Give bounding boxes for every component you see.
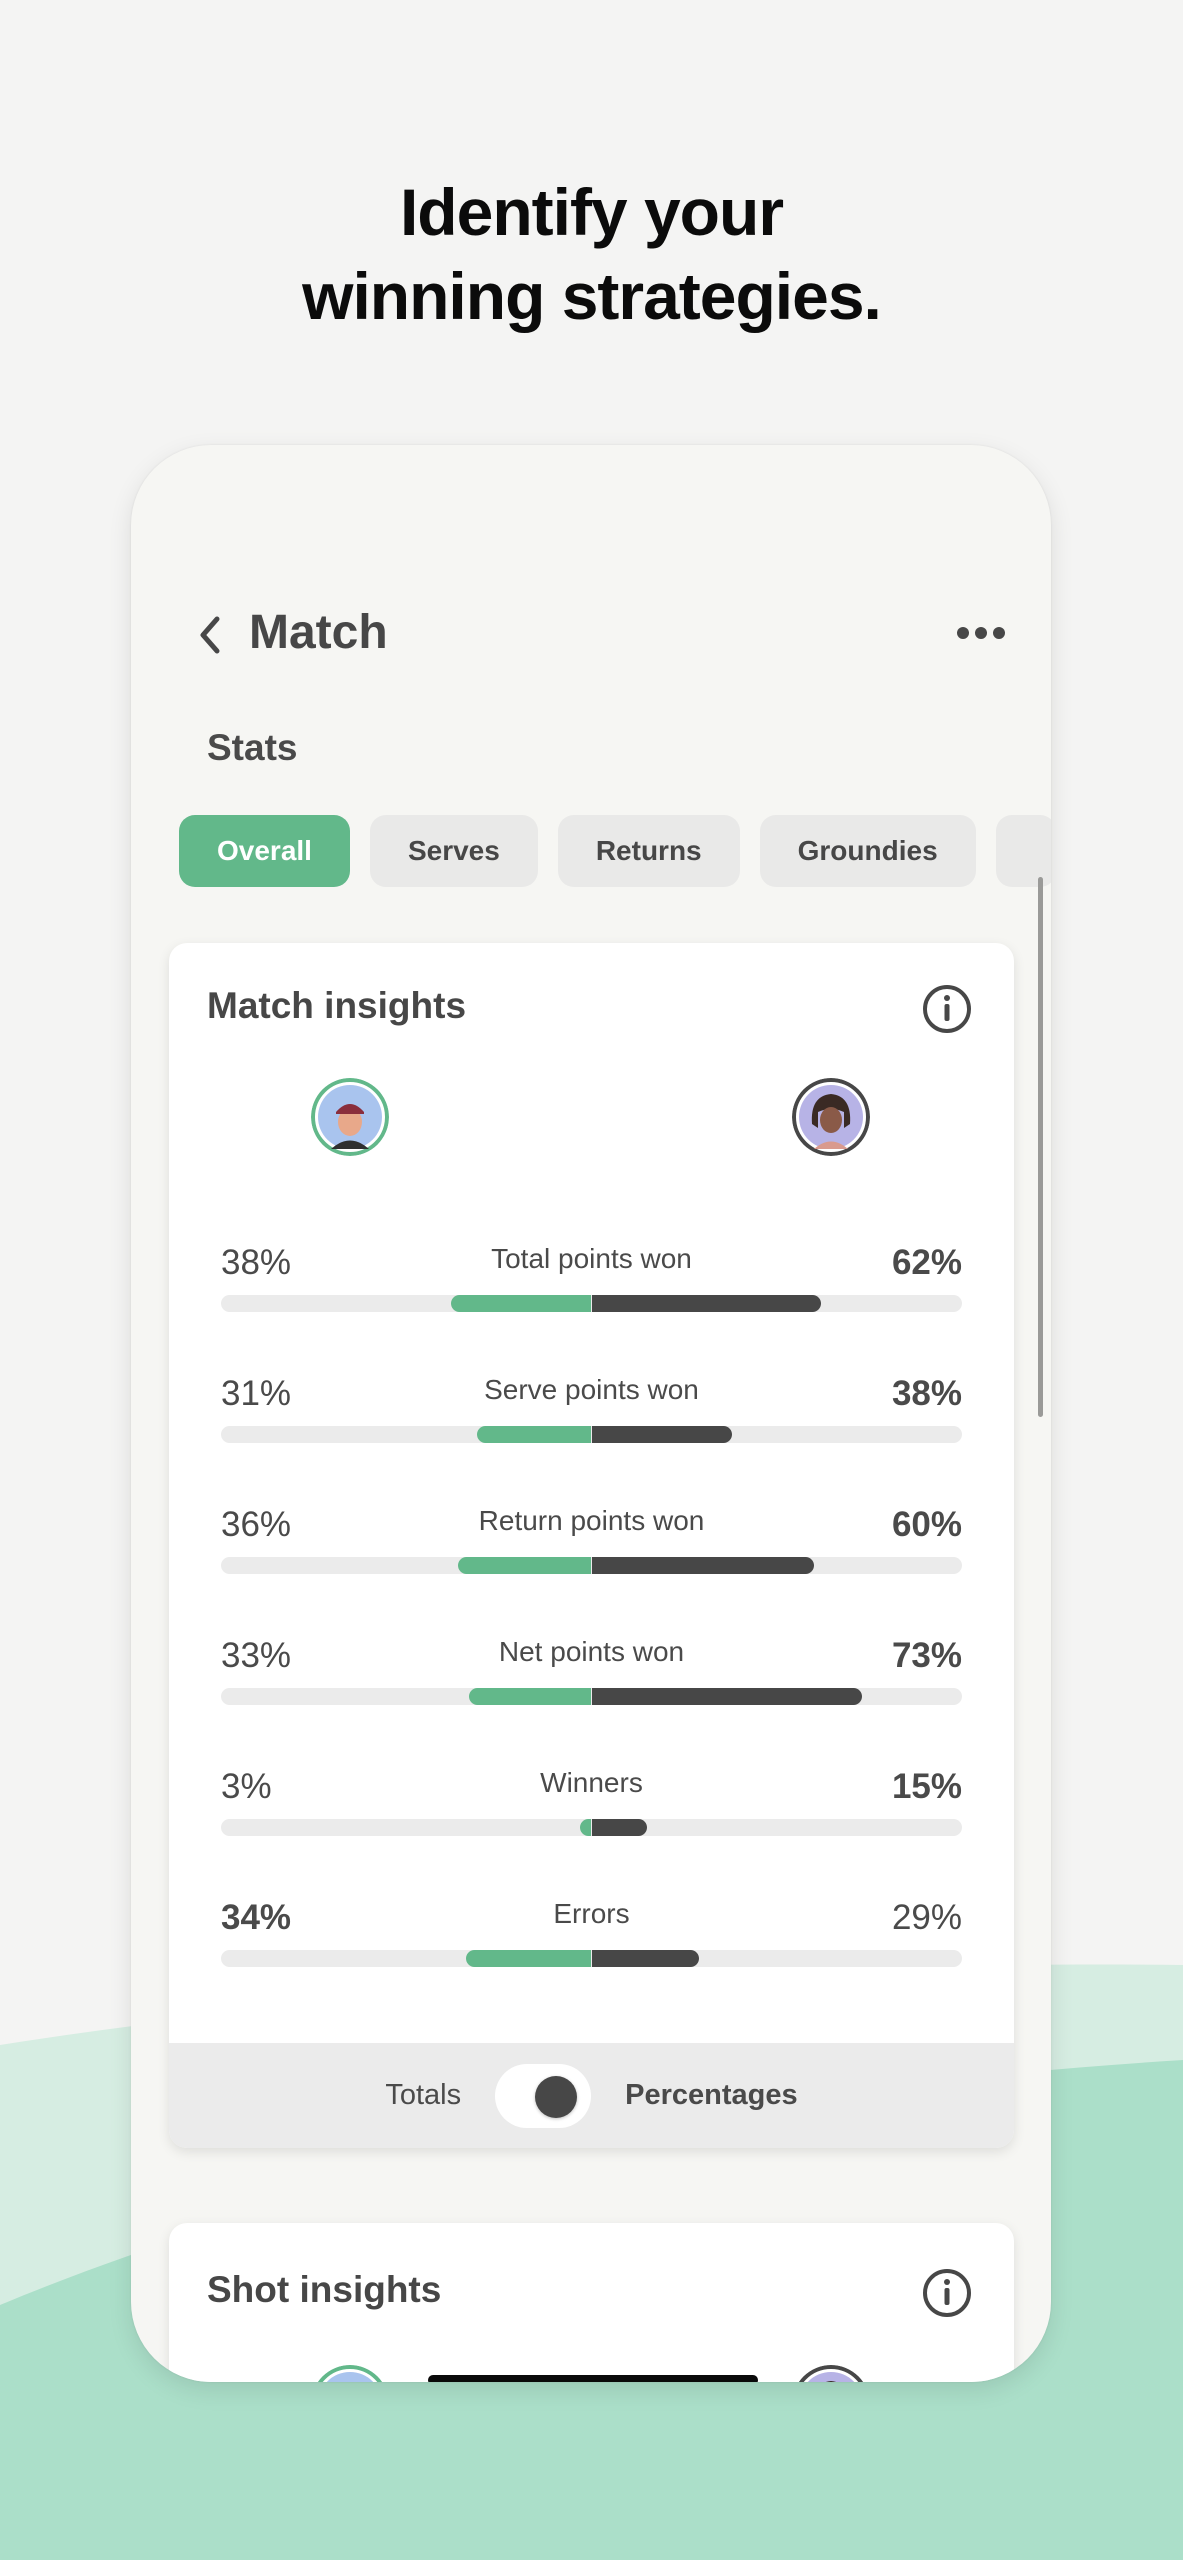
stat-bar-right-segment — [591, 1557, 814, 1574]
stat-bar-left-segment — [476, 1426, 592, 1443]
stat-bar-track — [221, 1426, 962, 1443]
toggle-label-percentages[interactable]: Percentages — [625, 2079, 798, 2112]
totals-percentages-switch[interactable] — [495, 2063, 592, 2128]
stat-right-value: 60% — [891, 1505, 962, 1544]
headline-line-1: Identify your — [399, 175, 784, 249]
chevron-left-icon — [200, 616, 220, 654]
stat-row: 3% Winners 15% — [221, 1767, 962, 1867]
stat-label: Total points won — [491, 1243, 692, 1274]
stat-bar-left-segment — [465, 1950, 592, 1967]
tab-serves[interactable]: Serves — [369, 815, 538, 887]
stat-right-value: 29% — [891, 1898, 962, 1937]
stat-bar-right-segment — [591, 1295, 821, 1312]
more-options-button[interactable] — [951, 613, 1011, 653]
stat-row: 36% Return points won 60% — [221, 1505, 962, 1605]
stat-bar-left-segment — [580, 1819, 592, 1836]
headline: Identify your winning strategies. — [0, 170, 1183, 338]
top-bar: Match — [131, 595, 1051, 675]
stat-bar-right-segment — [591, 1819, 647, 1836]
tab-overall[interactable]: Overall — [179, 815, 350, 887]
phone-screen: Match Stats Overall Serves Returns Groun… — [131, 445, 1051, 2382]
shot-insights-title: Shot insights — [207, 2269, 442, 2310]
tab-returns[interactable]: Returns — [557, 815, 740, 887]
stat-bar-left-segment — [450, 1295, 592, 1312]
stat-bar-track — [221, 1295, 962, 1312]
info-icon[interactable] — [921, 2267, 973, 2319]
stat-row: 31% Serve points won 38% — [221, 1374, 962, 1474]
toggle-label-totals[interactable]: Totals — [385, 2079, 461, 2112]
stat-right-value: 62% — [891, 1243, 962, 1282]
stat-label: Return points won — [478, 1505, 705, 1536]
stat-row: 38% Total points won 62% — [221, 1243, 962, 1343]
stat-bar-right-segment — [591, 1426, 733, 1443]
stat-bar-track — [221, 1688, 962, 1705]
player-avatar-image — [317, 2365, 383, 2382]
tab-more[interactable] — [995, 815, 1051, 887]
avatar-player-right[interactable] — [792, 2365, 870, 2382]
stat-bar-right-segment — [591, 1688, 862, 1705]
info-circle-icon — [923, 2269, 971, 2317]
stat-label: Net points won — [498, 1636, 685, 1667]
back-button[interactable] — [191, 611, 231, 659]
stat-bar-right-segment — [591, 1950, 699, 1967]
opponent-avatar-image — [798, 2365, 864, 2382]
stat-bar-track — [221, 1557, 962, 1574]
avatar-player-left[interactable] — [311, 2365, 389, 2382]
stats-tabs: Overall Serves Returns Groundies — [179, 815, 1051, 887]
scrollbar[interactable] — [1038, 877, 1043, 1417]
tab-groundies[interactable]: Groundies — [759, 815, 976, 887]
headline-line-2: winning strategies. — [302, 259, 882, 333]
display-mode-toggle-bar: Totals Percentages — [169, 2043, 1014, 2148]
stat-bar-track — [221, 1819, 962, 1836]
home-indicator[interactable] — [428, 2375, 758, 2382]
stat-label: Serve points won — [484, 1374, 699, 1405]
more-horizontal-icon — [957, 627, 1005, 639]
stats-list: 38% Total points won 62% 31% Serve points wo… — [169, 943, 1014, 2043]
stat-bar-left-segment — [469, 1688, 592, 1705]
stat-right-value: 15% — [891, 1767, 962, 1806]
stat-right-value: 38% — [891, 1374, 962, 1413]
stat-row: 33% Net points won 73% — [221, 1636, 962, 1736]
stat-right-value: 73% — [891, 1636, 962, 1675]
section-label-stats: Stats — [207, 727, 298, 768]
stat-bar-track — [221, 1950, 962, 1967]
page-title: Match — [249, 606, 388, 659]
stat-label: Winners — [540, 1767, 643, 1798]
shot-insights-card: Shot insights — [169, 2223, 1014, 2382]
stat-row: 34% Errors 29% — [221, 1898, 962, 1998]
stat-bar-left-segment — [458, 1557, 592, 1574]
stat-label: Errors — [553, 1898, 630, 1929]
switch-knob — [535, 2075, 578, 2118]
match-insights-card: Match insights 38% Total points won 62% … — [169, 943, 1014, 2148]
